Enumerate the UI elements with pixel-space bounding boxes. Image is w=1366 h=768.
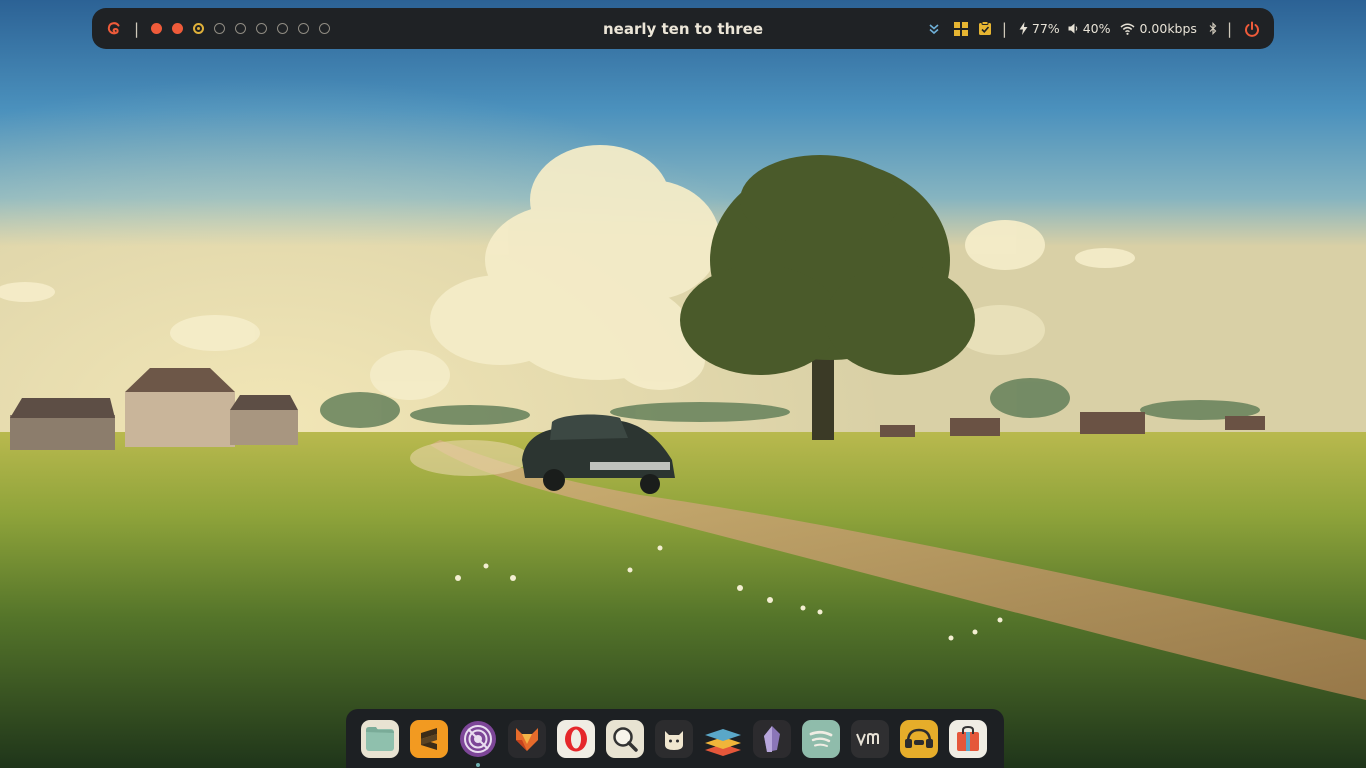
workspace-6[interactable] bbox=[256, 23, 268, 34]
bag-icon bbox=[957, 725, 979, 751]
cat-icon bbox=[665, 730, 683, 750]
clipboard-check-icon[interactable] bbox=[978, 21, 992, 36]
separator: | bbox=[134, 19, 140, 38]
desktop-wallpaper bbox=[0, 0, 1366, 768]
dock-app-layers[interactable] bbox=[704, 720, 742, 758]
wifi-icon bbox=[1121, 23, 1135, 35]
bluetooth-icon[interactable] bbox=[1209, 22, 1217, 35]
dock-app-firefox[interactable] bbox=[508, 719, 546, 758]
vm-icon bbox=[856, 732, 879, 746]
network-indicator[interactable]: 0.00kbps bbox=[1120, 21, 1197, 36]
workspace-4[interactable] bbox=[214, 23, 226, 34]
battery-level: 77% bbox=[1031, 21, 1060, 36]
tor-icon bbox=[460, 720, 496, 757]
running-indicator bbox=[476, 762, 480, 767]
dock-app-headset[interactable] bbox=[900, 719, 938, 758]
dock-app-store[interactable] bbox=[949, 719, 987, 758]
battery-indicator[interactable]: 77% bbox=[1019, 21, 1060, 36]
speaker-icon bbox=[1068, 23, 1077, 34]
tray-separator-2: | bbox=[1226, 19, 1232, 38]
workspace-3-current[interactable] bbox=[193, 23, 205, 34]
magnifier-icon bbox=[613, 726, 638, 752]
top-panel: | nearly ten to three | 77% 40% 0.00kbps… bbox=[92, 8, 1274, 49]
headset-icon bbox=[905, 728, 933, 748]
workspace-1[interactable] bbox=[151, 23, 163, 34]
spotify-icon bbox=[809, 730, 833, 747]
clock-label[interactable]: nearly ten to three bbox=[603, 20, 763, 38]
opera-icon bbox=[565, 726, 587, 751]
tray-separator-1: | bbox=[1001, 19, 1007, 38]
firefox-icon bbox=[516, 727, 538, 751]
grid-layout-icon[interactable] bbox=[953, 21, 968, 36]
panel-left: | bbox=[106, 8, 340, 49]
workspace-9[interactable] bbox=[319, 23, 331, 34]
folder-icon bbox=[366, 726, 394, 751]
crystal-icon bbox=[764, 725, 780, 752]
double-chevron-down-icon[interactable] bbox=[928, 23, 940, 35]
app-dock bbox=[346, 709, 1004, 768]
dock-app-spotify[interactable] bbox=[802, 719, 840, 758]
system-tray: | 77% 40% 0.00kbps | bbox=[918, 8, 1260, 49]
bolt-icon bbox=[1019, 22, 1028, 35]
volume-level: 40% bbox=[1082, 21, 1111, 36]
dock-app-files[interactable] bbox=[361, 719, 399, 758]
dock-app-opera[interactable] bbox=[557, 719, 595, 758]
dock-app-sublime-text[interactable] bbox=[410, 719, 448, 758]
dock-app-tor-browser[interactable] bbox=[459, 720, 497, 767]
workspace-indicators bbox=[151, 23, 340, 34]
dock-app-vmware[interactable] bbox=[851, 719, 889, 758]
debian-swirl-icon[interactable] bbox=[106, 21, 122, 37]
volume-indicator[interactable]: 40% bbox=[1068, 21, 1111, 36]
stack-icon bbox=[705, 728, 741, 756]
sublime-icon bbox=[421, 727, 437, 750]
dock-app-github-desktop[interactable] bbox=[655, 719, 693, 758]
workspace-2[interactable] bbox=[172, 23, 184, 34]
dock-app-search[interactable] bbox=[606, 719, 644, 758]
workspace-5[interactable] bbox=[235, 23, 247, 34]
workspace-7[interactable] bbox=[277, 23, 289, 34]
dock-app-obsidian[interactable] bbox=[753, 719, 791, 758]
power-icon[interactable] bbox=[1244, 21, 1260, 37]
workspace-8[interactable] bbox=[298, 23, 310, 34]
network-speed: 0.00kbps bbox=[1139, 21, 1197, 36]
